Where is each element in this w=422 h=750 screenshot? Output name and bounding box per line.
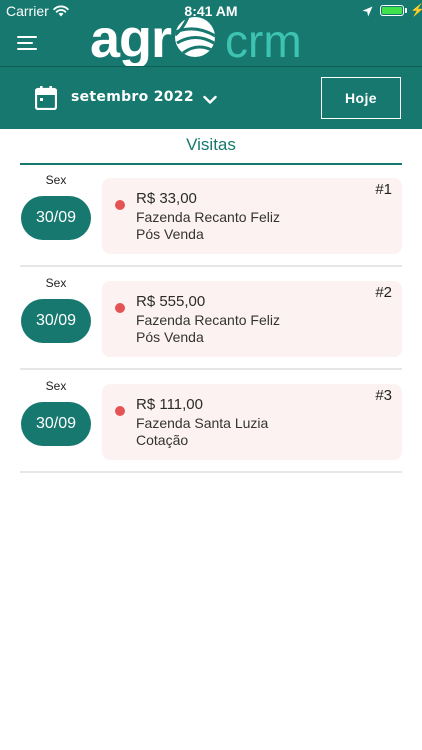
location-arrow-icon: [362, 4, 373, 20]
visit-farm: Fazenda Recanto Feliz: [136, 209, 280, 225]
visit-number: #1: [375, 181, 392, 198]
logo-crm-text: crm: [225, 15, 302, 67]
month-label[interactable]: setembro 2022: [71, 89, 194, 105]
visit-item[interactable]: Sex 30/09 R$ 555,00 Fazenda Recanto Feli…: [20, 267, 402, 370]
visit-number: #3: [375, 387, 392, 404]
visit-type: Cotação: [136, 432, 189, 448]
visit-weekday: Sex: [45, 379, 67, 393]
visit-list: Sex 30/09 R$ 33,00 Fazenda Recanto Feliz…: [20, 164, 402, 473]
visit-type: Pós Venda: [136, 329, 204, 345]
status-dot: [115, 303, 125, 313]
visit-value: R$ 111,00: [136, 396, 203, 413]
section-title: Visitas: [186, 135, 236, 154]
visit-item[interactable]: Sex 30/09 R$ 111,00 Fazenda Santa Luzia …: [20, 370, 402, 473]
battery-icon: [380, 5, 404, 16]
status-dot: [115, 406, 125, 416]
app-header: Carrier 8:41 AM ⚡ agr crm: [0, 0, 422, 66]
logo-agr-text: agr: [90, 9, 172, 69]
visit-card[interactable]: R$ 555,00 Fazenda Recanto Feliz Pós Vend…: [102, 281, 402, 357]
today-button[interactable]: Hoje: [321, 77, 401, 119]
visit-card[interactable]: R$ 33,00 Fazenda Recanto Feliz Pós Venda…: [102, 178, 402, 254]
visit-value: R$ 555,00: [136, 293, 206, 310]
visit-item[interactable]: Sex 30/09 R$ 33,00 Fazenda Recanto Feliz…: [20, 164, 402, 267]
visit-weekday: Sex: [45, 276, 67, 290]
visit-card[interactable]: R$ 111,00 Fazenda Santa Luzia Cotação #3: [102, 384, 402, 460]
battery-fill: [382, 7, 402, 14]
hamburger-menu-icon[interactable]: [17, 36, 37, 50]
visit-farm: Fazenda Santa Luzia: [136, 415, 269, 431]
visit-date-pill: 30/09: [21, 299, 91, 343]
status-dot: [115, 200, 125, 210]
agrocrm-logo: agr crm: [90, 10, 302, 66]
visit-weekday: Sex: [45, 173, 67, 187]
globe-logo-icon: [173, 15, 217, 63]
date-selector-bar: setembro 2022 Hoje: [0, 66, 422, 129]
visit-date-pill: 30/09: [21, 196, 91, 240]
visit-date-pill: 30/09: [21, 402, 91, 446]
calendar-icon[interactable]: [34, 86, 58, 114]
visit-type: Pós Venda: [136, 226, 204, 242]
chevron-down-icon[interactable]: [203, 90, 217, 109]
battery-tip: [405, 8, 407, 13]
charging-bolt-icon: ⚡: [410, 3, 422, 17]
visit-farm: Fazenda Recanto Feliz: [136, 312, 280, 328]
visit-number: #2: [375, 284, 392, 301]
visit-value: R$ 33,00: [136, 190, 197, 207]
